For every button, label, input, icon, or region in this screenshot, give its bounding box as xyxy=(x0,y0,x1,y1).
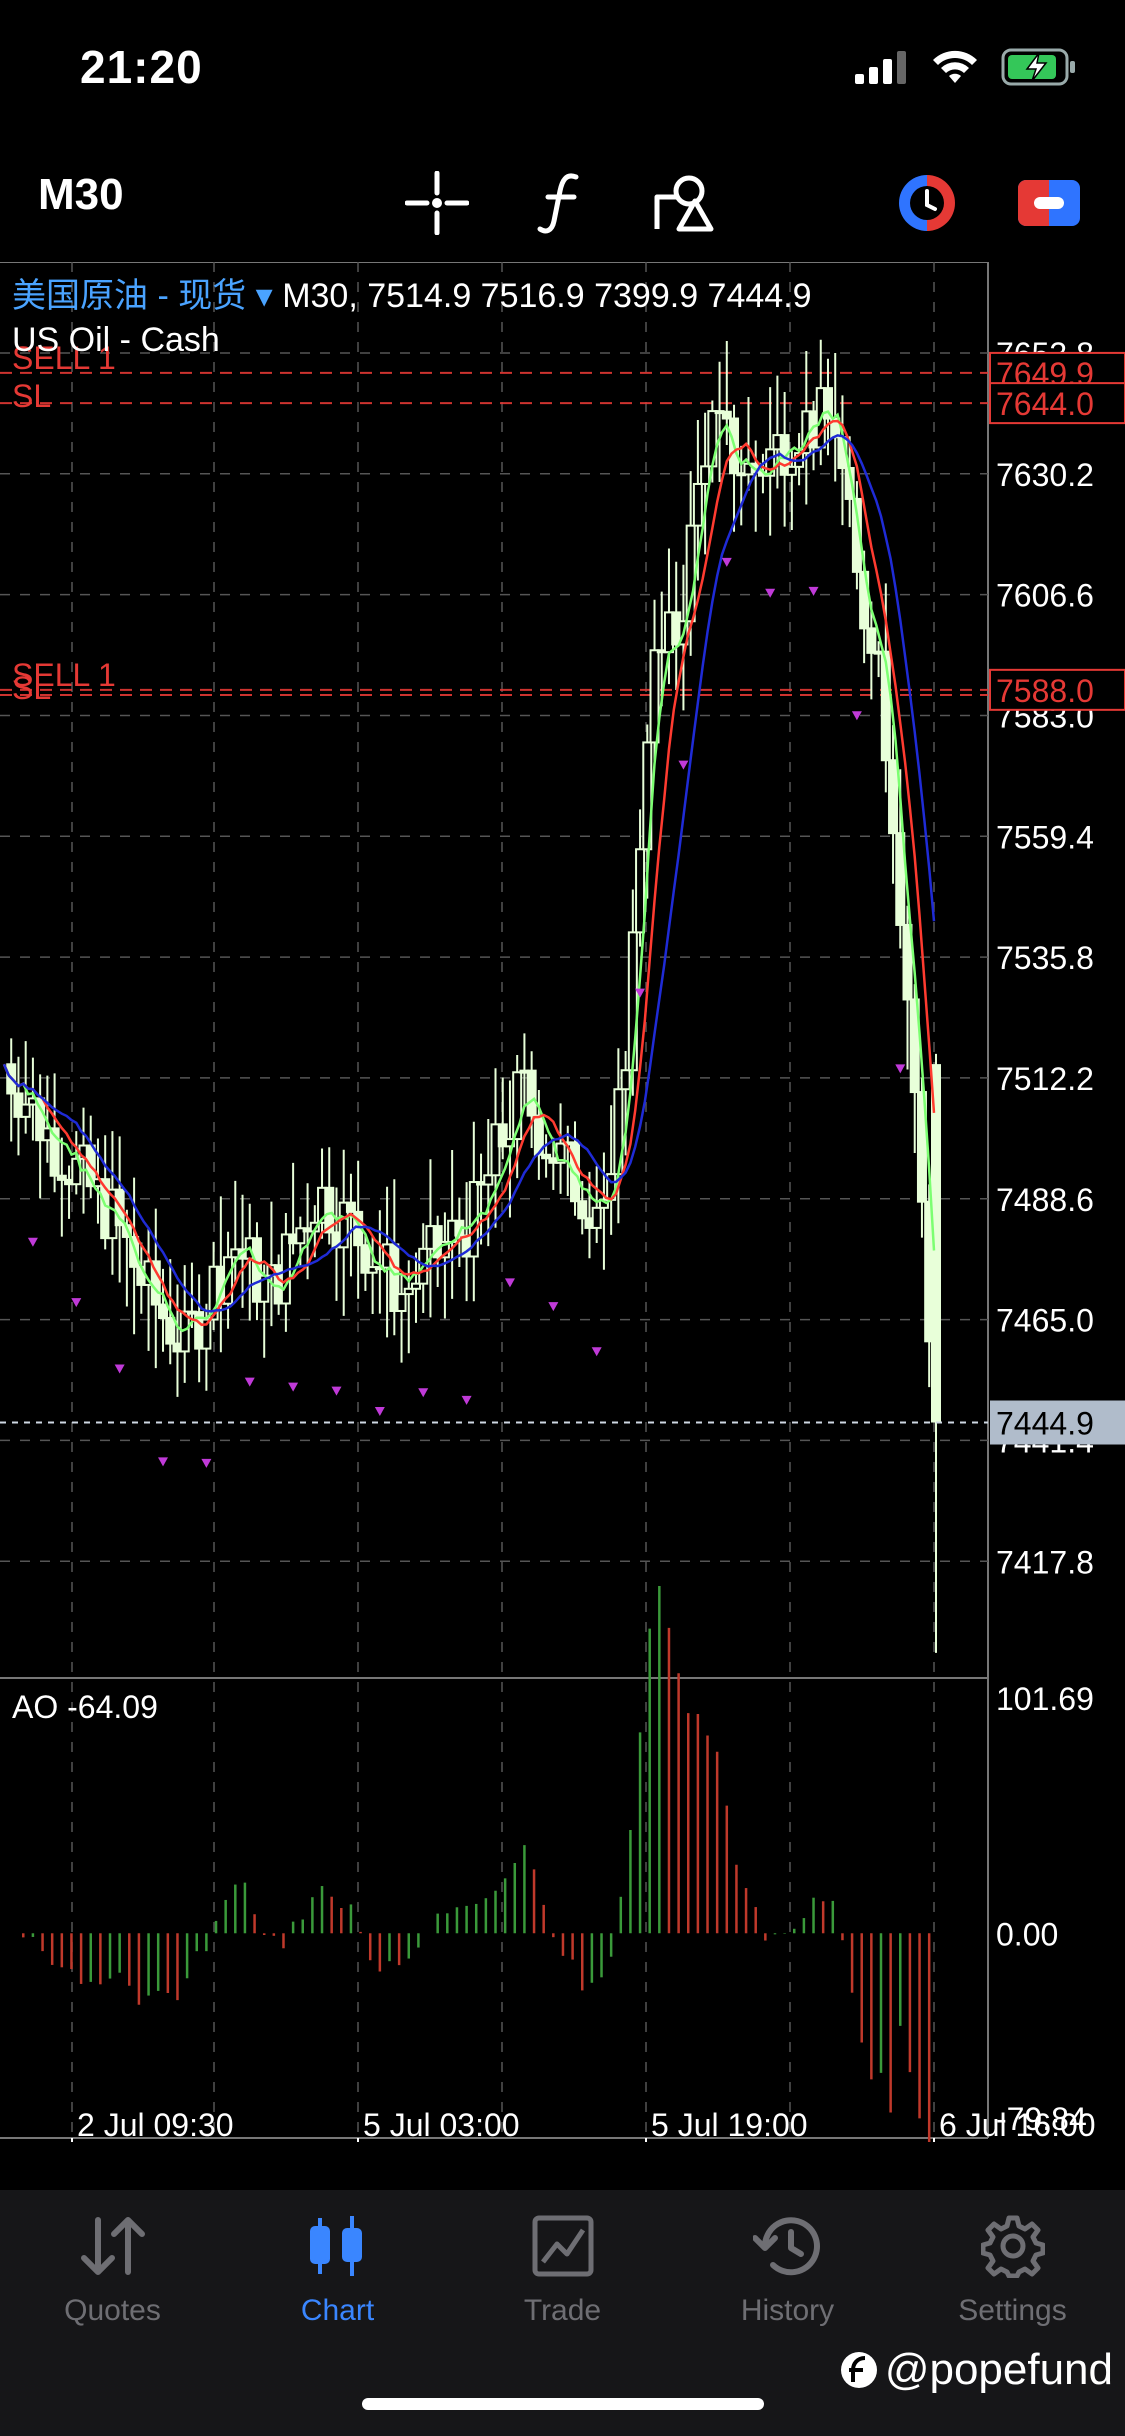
fractal-marker xyxy=(201,1458,212,1468)
candle-body xyxy=(786,465,797,476)
time-axis-label: 5 Jul 03:00 xyxy=(363,2107,520,2142)
symbol-name-cn[interactable]: 美国原油 - 现货 xyxy=(12,277,246,315)
fractal-marker xyxy=(678,760,689,770)
chart-area[interactable]: 7653.87630.27606.67583.07559.47535.87512… xyxy=(0,262,1125,2142)
quotes-arrows-icon xyxy=(77,2210,149,2282)
objects-icon[interactable] xyxy=(652,170,718,236)
candle-body xyxy=(158,1303,169,1320)
fractal-marker xyxy=(114,1364,125,1374)
price-chart[interactable]: 7653.87630.27606.67583.07559.47535.87512… xyxy=(0,262,1125,2142)
tab-quotes[interactable]: Quotes xyxy=(0,2210,225,2370)
history-clock-icon xyxy=(752,2210,824,2282)
ma-slow-line xyxy=(2,434,936,1313)
settings-gear-icon xyxy=(977,2210,1049,2282)
candle-body xyxy=(591,1206,602,1229)
status-bar: 21:20 xyxy=(0,0,1125,140)
fractal-marker xyxy=(288,1382,299,1392)
order-price-label: 7588.0 xyxy=(996,673,1094,709)
tab-label: Trade xyxy=(523,2294,602,2327)
status-icons xyxy=(855,48,1077,86)
indicator-label: AO -64.09 xyxy=(12,1689,158,1725)
tab-label: History xyxy=(740,2294,835,2327)
order-line-label: SL xyxy=(12,378,51,414)
chart-candles-icon xyxy=(302,2210,374,2282)
price-axis-label: 7535.8 xyxy=(996,940,1094,976)
price-axis-label: 7512.2 xyxy=(996,1061,1094,1097)
candle-body xyxy=(721,410,732,420)
chart-toolbar: M30 xyxy=(0,150,1125,250)
fractal-marker xyxy=(895,1064,906,1074)
candle-body xyxy=(577,1200,588,1220)
candle-body xyxy=(866,627,877,654)
time-axis-label: 6 Jul 16:00 xyxy=(939,2107,1096,2142)
fractal-marker xyxy=(244,1377,255,1387)
fractal-marker xyxy=(374,1406,385,1416)
timeframe-button[interactable]: M30 xyxy=(38,170,124,220)
watermark: @popefund xyxy=(839,2345,1113,2395)
fractal-marker xyxy=(504,1278,515,1288)
fractal-marker xyxy=(591,1347,602,1357)
function-icon[interactable] xyxy=(528,170,594,236)
trade-chart-icon xyxy=(527,2210,599,2282)
price-axis-label: 7606.6 xyxy=(996,578,1094,614)
candle-body xyxy=(483,1174,494,1186)
candle-body xyxy=(888,759,899,835)
candle-body xyxy=(620,1069,631,1091)
candle-body xyxy=(627,931,638,1072)
fractal-marker xyxy=(808,586,819,596)
candle-body xyxy=(345,1201,356,1213)
price-axis-label: 7559.4 xyxy=(996,819,1094,855)
tab-label: Quotes xyxy=(64,2294,161,2327)
fractal-marker xyxy=(461,1395,472,1405)
fractal-marker xyxy=(158,1457,169,1467)
indicator-axis-label: 101.69 xyxy=(996,1681,1094,1717)
fractal-marker xyxy=(548,1302,559,1312)
time-axis-label: 5 Jul 19:00 xyxy=(651,2107,808,2142)
one-click-trading-icon[interactable] xyxy=(1016,170,1082,236)
symbol-name-en: US Oil - Cash xyxy=(12,321,220,359)
candle-body xyxy=(635,848,646,934)
crosshair-icon[interactable] xyxy=(404,170,470,236)
tab-label: Settings xyxy=(958,2294,1067,2327)
fractal-marker xyxy=(721,557,732,567)
candle-body xyxy=(165,1317,176,1345)
price-axis-label: 7417.8 xyxy=(996,1544,1094,1580)
candle-body xyxy=(20,1103,31,1118)
order-price-label: 7644.0 xyxy=(996,386,1094,422)
indicator-axis-label: 0.00 xyxy=(996,1916,1058,1952)
fractal-marker xyxy=(418,1388,429,1398)
signal-icon xyxy=(855,51,906,84)
candle-body xyxy=(526,1069,537,1117)
fractal-marker xyxy=(331,1386,342,1396)
chart-header: 美国原油 - 现货 ▾ M30, 7514.9 7516.9 7399.9 74… xyxy=(12,274,812,362)
price-axis-label: 7488.6 xyxy=(996,1182,1094,1218)
battery-charging-icon xyxy=(1001,48,1075,86)
symbol-dropdown-icon[interactable]: ▾ xyxy=(256,277,273,315)
weibo-logo-icon xyxy=(840,2352,877,2388)
tab-chart[interactable]: Chart xyxy=(225,2210,450,2370)
current-price-label: 7444.9 xyxy=(996,1406,1094,1442)
tab-label: Chart xyxy=(300,2294,375,2327)
time-axis-label: 2 Jul 09:30 xyxy=(77,2107,234,2142)
candle-body xyxy=(700,465,711,485)
watermark-text: @popefund xyxy=(884,2345,1113,2394)
trading-signal-icon[interactable] xyxy=(894,170,960,236)
candle-body xyxy=(692,482,703,527)
order-line-label: SL xyxy=(12,670,51,706)
status-time: 21:20 xyxy=(80,41,203,93)
price-axis-label: 7630.2 xyxy=(996,457,1094,493)
fractal-marker xyxy=(71,1298,82,1308)
tab-trade[interactable]: Trade xyxy=(450,2210,675,2370)
candle-body xyxy=(396,1293,407,1312)
price-axis-label: 7465.0 xyxy=(996,1303,1094,1339)
fractal-marker xyxy=(765,588,776,598)
wifi-icon xyxy=(933,50,977,83)
home-indicator xyxy=(362,2398,764,2410)
ohlc-values: M30, 7514.9 7516.9 7399.9 7444.9 xyxy=(282,277,812,315)
fractal-marker xyxy=(27,1237,38,1247)
